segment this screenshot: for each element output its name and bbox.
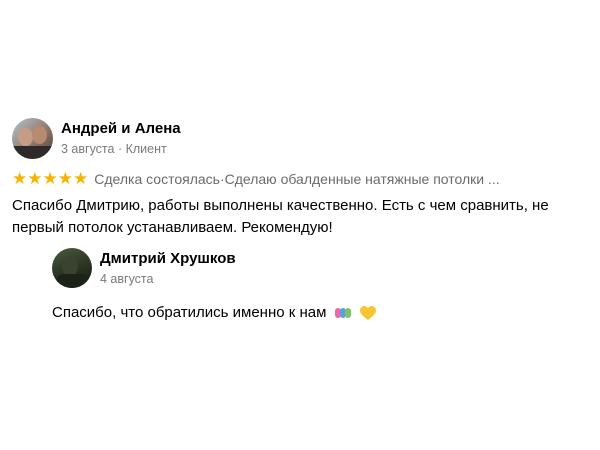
review-header: Андрей и Алена 3 августа · Клиент (12, 116, 592, 160)
star-icon: ★ (57, 170, 73, 187)
avatar[interactable] (52, 248, 92, 288)
deal-status: Сделка состоялась (94, 170, 220, 187)
people-holding-hands-emoji (334, 306, 352, 320)
star-icon: ★ (42, 170, 58, 187)
review-meta: 3 августа · Клиент (61, 142, 181, 156)
deal-title-link[interactable]: Сделаю обалденные натяжные потолки ... (225, 171, 500, 187)
star-icon: ★ (73, 170, 89, 187)
author-name[interactable]: Андрей и Алена (61, 120, 181, 138)
review-card: Андрей и Алена 3 августа · Клиент ★ ★ ★ … (12, 116, 592, 239)
star-icon: ★ (27, 170, 43, 187)
yellow-heart-emoji (360, 305, 377, 320)
star-icon: ★ (12, 170, 28, 187)
reply-text-line: Спасибо, что обратились именно к нам (52, 302, 582, 324)
reply-card: Дмитрий Хрушков 4 августа Спасибо, что о… (52, 248, 582, 324)
author-role: Клиент (125, 142, 167, 156)
author-block: Андрей и Алена 3 августа · Клиент (61, 120, 181, 156)
review-date: 3 августа (61, 142, 115, 156)
reply-author-name[interactable]: Дмитрий Хрушков (100, 250, 236, 268)
reply-header: Дмитрий Хрушков 4 августа (52, 248, 582, 288)
rating-stars: ★ ★ ★ ★ ★ (12, 170, 88, 187)
rating-line: ★ ★ ★ ★ ★ Сделка состоялась · Сделаю оба… (12, 170, 592, 187)
reply-text: Спасибо, что обратились именно к нам (52, 304, 327, 321)
reply-author-block: Дмитрий Хрушков 4 августа (100, 250, 236, 286)
avatar[interactable] (12, 117, 53, 159)
review-text: Спасибо Дмитрию, работы выполнены качест… (12, 197, 549, 236)
meta-separator: · (114, 142, 126, 156)
reply-date: 4 августа (100, 272, 154, 286)
